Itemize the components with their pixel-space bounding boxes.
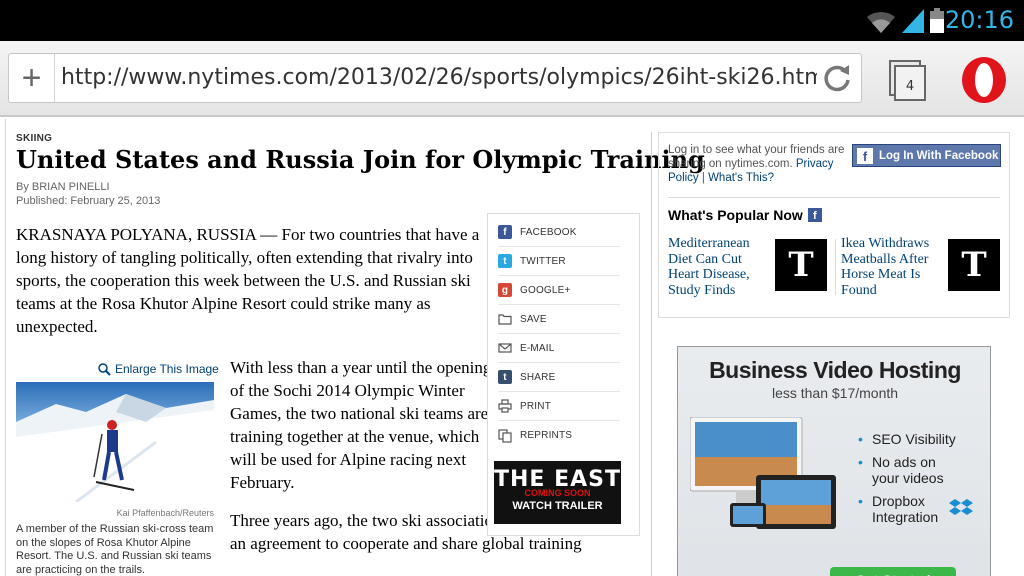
- skier-illustration: [16, 394, 214, 502]
- url-text[interactable]: http://www.nytimes.com/2013/02/26/sports…: [61, 65, 817, 90]
- the-east-trailer-ad[interactable]: THE EAST COMING SOON WATCH TRAILER: [494, 461, 621, 524]
- ad-bullets: SEO Visibility No ads on your videos Dro…: [858, 431, 958, 532]
- share-twitter[interactable]: t TWITTER: [498, 247, 620, 276]
- article-headline: United States and Russia Join for Olympi…: [16, 145, 705, 174]
- opera-menu-icon[interactable]: [958, 55, 1010, 105]
- google-plus-icon: g: [498, 283, 512, 297]
- add-speed-dial-icon[interactable]: +: [9, 54, 55, 102]
- photo-caption: A member of the Russian ski-cross team o…: [16, 523, 214, 576]
- column-divider: [651, 132, 652, 576]
- popular-link[interactable]: Mediterranean Diet Can Cut Heart Disease…: [668, 236, 768, 298]
- folder-icon: [498, 314, 512, 325]
- article-photo[interactable]: [16, 382, 214, 502]
- reprints-icon: [498, 428, 512, 443]
- tab-count: 4: [906, 79, 914, 94]
- share-label: TWITTER: [520, 255, 566, 267]
- browser-toolbar: + http://www.nytimes.com/2013/02/26/spor…: [0, 41, 1024, 117]
- share-label: FACEBOOK: [520, 226, 577, 238]
- photo-credit: Kai Pfaffenbach/Reuters: [116, 508, 214, 518]
- whats-this-link[interactable]: What's This?: [708, 172, 774, 184]
- link-separator: |: [698, 172, 709, 184]
- article-paragraph: KRASNAYA POLYANA, RUSSIA — For two count…: [16, 225, 480, 336]
- popular-link[interactable]: Ikea Withdraws Meatballs After Horse Mea…: [841, 236, 941, 298]
- ad-subline: less than $17/month: [771, 385, 899, 401]
- status-clock: 20:16: [944, 6, 1014, 34]
- ad-bullet: No ads on your videos: [858, 454, 958, 486]
- share-label: SAVE: [520, 313, 547, 325]
- tumblr-icon: t: [498, 370, 512, 384]
- share-label: PRINT: [520, 400, 551, 412]
- status-icons: [866, 8, 944, 33]
- facebook-login-label: Log In With Facebook: [879, 149, 999, 162]
- share-label: E-MAIL: [520, 342, 555, 354]
- promo-cta: WATCH TRAILER: [512, 500, 603, 512]
- share-facebook[interactable]: f FACEBOOK: [498, 218, 620, 247]
- nyt-logo-icon[interactable]: T: [775, 239, 827, 291]
- facebook-module: Log in to see what your friends are shar…: [658, 132, 1010, 318]
- devices-illustration: [690, 417, 836, 529]
- tabs-icon[interactable]: 4: [886, 59, 930, 103]
- battery-icon: [930, 8, 944, 33]
- wifi-icon: [867, 11, 895, 33]
- share-print[interactable]: PRINT: [498, 392, 620, 421]
- ad-bullet: SEO Visibility: [858, 431, 958, 447]
- enlarge-image-link[interactable]: Enlarge This Image: [98, 362, 219, 376]
- get-started-button[interactable]: Get Started: [830, 567, 956, 576]
- popular-heading-text: What's Popular Now: [668, 207, 803, 223]
- article-byline: By BRIAN PINELLI: [16, 181, 110, 193]
- share-label: REPRINTS: [520, 430, 573, 441]
- enlarge-image-label: Enlarge This Image: [115, 362, 219, 376]
- ad-headline: Business Video Hosting: [709, 357, 961, 383]
- nyt-logo-icon[interactable]: T: [948, 239, 1000, 291]
- share-tools: f FACEBOOK t TWITTER g GOOGLE+ SAVE E-MA…: [487, 213, 640, 536]
- web-page: SKIING United States and Russia Join for…: [0, 119, 1024, 576]
- facebook-login-button[interactable]: f Log In With Facebook: [852, 144, 1001, 167]
- ad-bullet: Dropbox Integration: [858, 493, 948, 525]
- page-rule: [5, 119, 6, 576]
- print-icon: [498, 399, 512, 413]
- twitter-icon: t: [498, 254, 512, 268]
- status-bar: 20:16: [0, 0, 1024, 41]
- divider: [668, 197, 1000, 198]
- address-bar[interactable]: + http://www.nytimes.com/2013/02/26/spor…: [8, 53, 862, 103]
- share-email[interactable]: E-MAIL: [498, 334, 620, 363]
- share-save[interactable]: SAVE: [498, 305, 620, 334]
- share-reprints[interactable]: REPRINTS: [498, 421, 620, 450]
- magnifier-icon: [98, 362, 111, 376]
- share-label: GOOGLE+: [520, 284, 571, 296]
- divider: [835, 239, 836, 295]
- share-google-plus[interactable]: g GOOGLE+: [498, 276, 620, 305]
- facebook-login-text: Log in to see what your friends are shar…: [668, 143, 848, 185]
- facebook-icon: f: [857, 147, 873, 164]
- video-hosting-ad[interactable]: Business Video Hosting less than $17/mon…: [677, 346, 991, 576]
- share-tumblr[interactable]: t SHARE: [498, 363, 620, 392]
- dropbox-icon: [949, 499, 973, 515]
- facebook-icon: f: [807, 208, 822, 222]
- share-label: SHARE: [520, 371, 556, 383]
- popular-heading: What's Popular Now f: [668, 207, 822, 223]
- email-icon: [498, 343, 512, 353]
- facebook-icon: f: [498, 225, 512, 239]
- signal-icon: [902, 9, 924, 33]
- article-kicker[interactable]: SKIING: [16, 133, 52, 144]
- article-date: Published: February 25, 2013: [16, 195, 161, 207]
- article-paragraph: With less than a year until the opening …: [230, 358, 492, 492]
- reload-icon[interactable]: [819, 60, 855, 96]
